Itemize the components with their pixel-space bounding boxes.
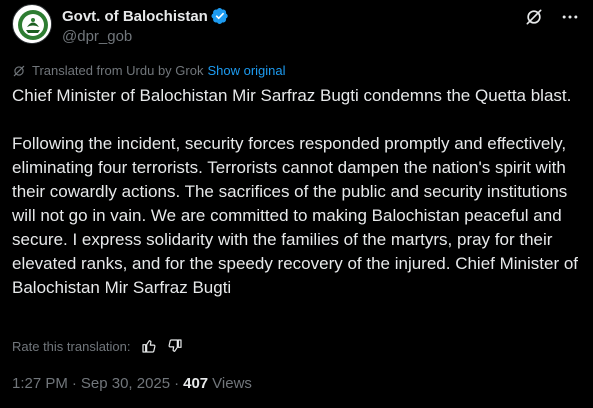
post-meta: 1:27 PM · Sep 30, 2025 · 407 Views (12, 375, 252, 392)
meta-separator: · (71, 375, 77, 392)
views-label: Views (212, 375, 252, 392)
more-options-icon[interactable] (559, 6, 581, 28)
views-count: 407 (183, 375, 209, 392)
post-text: Chief Minister of Balochistan Mir Sarfra… (12, 86, 579, 297)
author-handle[interactable]: @dpr_gob (62, 28, 229, 45)
verified-badge-icon[interactable] (211, 7, 229, 25)
thumbs-down-icon[interactable] (167, 338, 183, 354)
author-avatar[interactable] (12, 4, 52, 44)
grok-translate-icon (12, 64, 26, 78)
rate-translation-label: Rate this translation: (12, 338, 131, 354)
post-header: Govt. of Balochistan @dpr_gob (12, 4, 581, 48)
thumbs-up-icon[interactable] (141, 338, 157, 354)
post-top-actions (523, 6, 581, 28)
grok-icon[interactable] (523, 6, 545, 28)
show-original-link[interactable]: Show original (207, 63, 285, 78)
post-time[interactable]: 1:27 PM (12, 375, 68, 392)
author-display-name[interactable]: Govt. of Balochistan (62, 8, 208, 25)
display-name-row: Govt. of Balochistan (62, 6, 229, 26)
rate-translation: Rate this translation: (12, 338, 183, 354)
government-seal-avatar-icon (14, 6, 51, 43)
author-names: Govt. of Balochistan @dpr_gob (62, 6, 229, 45)
post-date[interactable]: Sep 30, 2025 (81, 375, 170, 392)
translation-notice: Translated from Urdu by Grok Show origin… (12, 63, 286, 78)
meta-separator-2: · (174, 375, 180, 392)
translation-notice-text: Translated from Urdu by Grok (32, 63, 204, 78)
